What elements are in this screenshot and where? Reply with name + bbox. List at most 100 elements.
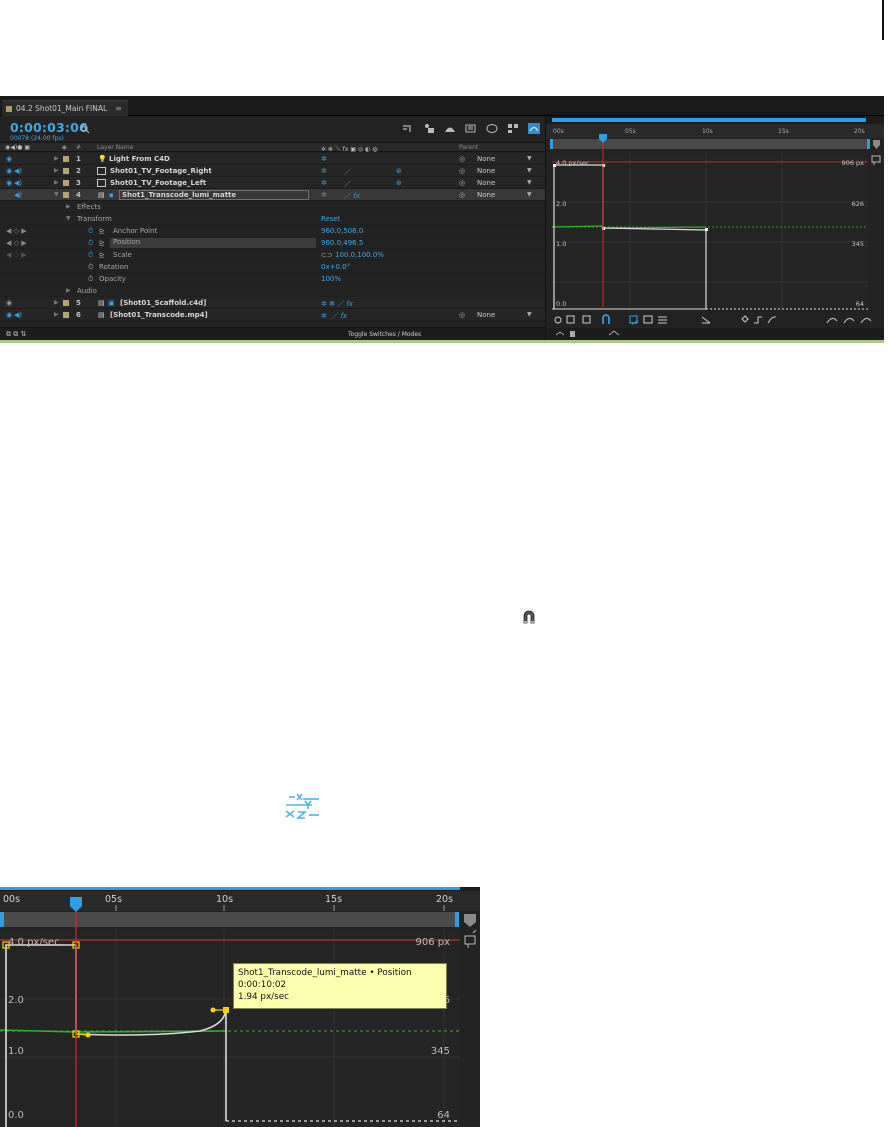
parent-select-value[interactable]: None — [477, 191, 495, 199]
graph-editor-small-canvas[interactable]: 00s 05s 10s 15s 20s 4.0 px/sec 2.0 1.0 0… — [546, 116, 884, 340]
audio-speaker-icon[interactable]: ◀) — [14, 191, 22, 199]
layer-row-selected[interactable]: ◀) ▼ 4 ▤ ▪ Shot1_Transcode_lumi_matte ✲ … — [0, 189, 545, 201]
frame-blending-icon[interactable] — [465, 123, 477, 134]
expand-triangle-icon[interactable]: ▶ — [54, 167, 59, 174]
shy-switch-icon[interactable]: ✲ — [321, 155, 327, 163]
shy-switch-icon[interactable]: ✲ ✻ ／ fx — [321, 299, 353, 309]
keyframe-navigator-icon[interactable]: ◀ ◇ ▶ — [6, 227, 27, 235]
parent-select-value[interactable]: None — [477, 179, 495, 187]
parent-select-value[interactable]: None — [477, 167, 495, 175]
visibility-eye-icon[interactable]: ◉ — [6, 299, 12, 307]
layer-row[interactable]: ◉ ◀) ▶ 2 Shot01_TV_Footage_Right ✲ ／ ⊛ ◎… — [0, 165, 545, 177]
layer-row[interactable]: ◉ ▶ 1 💡 Light From C4D ✲ ◎ None ▼ — [0, 153, 545, 165]
stopwatch-icon[interactable]: ⏱ — [88, 239, 93, 248]
stopwatch-icon[interactable]: ⏱ — [88, 227, 93, 236]
quality-switch-icon[interactable]: ／ — [344, 167, 351, 177]
stopwatch-icon[interactable]: ⏱ — [88, 263, 93, 272]
shy-switch-icon[interactable]: ✲ — [321, 191, 327, 199]
work-area-start-handle[interactable] — [0, 912, 4, 927]
3d-layer-switch-icon[interactable]: ⊛ — [396, 167, 402, 175]
keyframe-navigator-icon[interactable]: ◀ ◇ ▶ — [6, 251, 27, 259]
property-row[interactable]: ◀ ◇ ▶ ⏱ ⊵ Anchor Point 960.0,506.0 — [0, 225, 545, 237]
graph-visibility-icon[interactable]: ⊵ — [99, 251, 105, 259]
graph-visibility-icon[interactable]: ⊵ — [99, 227, 105, 235]
work-area-bar[interactable] — [552, 139, 868, 149]
3d-layer-switch-icon[interactable]: ⊛ — [396, 179, 402, 187]
pick-whip-icon[interactable]: ◎ — [459, 179, 465, 187]
shy-switch-icon[interactable]: ✲ ／ fx — [321, 311, 347, 321]
property-row[interactable]: ◀ ◇ ▶ ⏱ ⊵ Position 960.0,496.5 — [0, 237, 545, 249]
panel-menu-icon[interactable]: ≡ — [115, 101, 122, 116]
parent-select-value[interactable]: None — [477, 155, 495, 163]
parent-select-value[interactable]: None — [477, 311, 495, 319]
parent-dropdown-icon[interactable]: ▼ — [527, 191, 532, 198]
search-icon[interactable] — [80, 124, 90, 134]
pick-whip-icon[interactable]: ◎ — [459, 191, 465, 199]
property-value[interactable]: 960.0,506.0 — [321, 227, 363, 235]
layer-row[interactable]: ◉ ◀) ▶ 6 ▤ [Shot01_Transcode.mp4] ✲ ／ fx… — [0, 309, 545, 321]
stopwatch-icon[interactable]: ⏱ — [88, 275, 93, 284]
collapse-triangle-icon[interactable]: ▼ — [54, 191, 59, 198]
layer-row[interactable]: ◉ ◀) ▶ 3 Shot01_TV_Footage_Left ✲ ／ ⊛ ◎ … — [0, 177, 545, 189]
layer-name-column-header[interactable]: Layer Name — [97, 144, 133, 151]
pick-whip-icon[interactable]: ◎ — [459, 167, 465, 175]
pick-whip-icon[interactable]: ◎ — [459, 155, 465, 163]
graph-lock-icon[interactable] — [871, 155, 881, 165]
parent-dropdown-icon[interactable]: ▼ — [527, 311, 532, 318]
parent-dropdown-icon[interactable]: ▼ — [527, 155, 532, 162]
constrain-proportions-icon[interactable]: ⊂⊃ — [321, 251, 333, 259]
expand-triangle-icon[interactable]: ▶ — [66, 287, 71, 294]
property-value[interactable]: 100% — [321, 275, 341, 283]
brainstorm-icon[interactable] — [507, 123, 519, 134]
audio-group-row[interactable]: ▶ Audio — [0, 285, 545, 297]
pick-whip-icon[interactable]: ◎ — [459, 311, 465, 319]
graph-visibility-icon[interactable]: ⊵ — [99, 239, 105, 247]
layer-name-editing[interactable]: Shot1_Transcode_lumi_matte — [119, 190, 309, 200]
layer-name[interactable]: Shot01_TV_Footage_Left — [110, 179, 206, 187]
graph-editor-small[interactable]: 00s 05s 10s 15s 20s 4.0 px/sec 2.0 1.0 0… — [545, 116, 884, 340]
draft-3d-icon[interactable] — [423, 123, 435, 134]
layer-name[interactable]: Shot01_TV_Footage_Right — [110, 167, 212, 175]
expand-triangle-icon[interactable]: ▶ — [54, 311, 59, 318]
expand-triangle-icon[interactable]: ▶ — [54, 179, 59, 186]
bezier-handle[interactable] — [210, 1007, 216, 1013]
keyframe-navigator-icon[interactable]: ◀ ◇ ▶ — [6, 239, 27, 247]
keyframe-handle-selected[interactable] — [223, 1007, 229, 1013]
transform-reset-link[interactable]: Reset — [321, 215, 341, 223]
expand-triangle-icon[interactable]: ▶ — [54, 155, 59, 162]
work-area-end-handle[interactable] — [455, 912, 459, 927]
shy-layers-icon[interactable] — [444, 123, 456, 134]
layer-name[interactable]: [Shot01_Scaffold.c4d] — [120, 299, 206, 307]
label-color-swatch[interactable] — [63, 156, 69, 162]
property-value[interactable]: 960.0,496.5 — [321, 239, 363, 247]
transform-group-row[interactable]: ▼ Transform Reset — [0, 213, 545, 225]
visibility-eye-icon[interactable]: ◉ — [6, 167, 12, 175]
audio-speaker-icon[interactable]: ◀) — [14, 179, 22, 187]
shy-switch-icon[interactable]: ✲ — [321, 167, 327, 175]
parent-dropdown-icon[interactable]: ▼ — [527, 167, 532, 174]
expand-triangle-icon[interactable]: ▶ — [54, 299, 59, 306]
visibility-eye-icon[interactable]: ◉ — [6, 179, 12, 187]
label-color-swatch[interactable] — [63, 300, 69, 306]
layer-name[interactable]: [Shot01_Transcode.mp4] — [110, 311, 208, 319]
parent-dropdown-icon[interactable]: ▼ — [527, 179, 532, 186]
visibility-eye-icon[interactable]: ◉ — [6, 155, 12, 163]
collapse-triangle-icon[interactable]: ▼ — [66, 215, 71, 222]
bezier-handle[interactable] — [85, 1032, 91, 1038]
quality-switch-icon[interactable]: ／ — [344, 179, 351, 189]
label-color-swatch[interactable] — [63, 192, 69, 198]
expand-triangle-icon[interactable]: ▶ — [66, 203, 71, 210]
audio-speaker-icon[interactable]: ◀) — [14, 311, 22, 319]
label-color-swatch[interactable] — [63, 180, 69, 186]
current-time-display[interactable]: 0:00:03:06 — [10, 120, 88, 135]
audio-speaker-icon[interactable]: ◀) — [14, 167, 22, 175]
toggle-switches-modes-button[interactable]: Toggle Switches / Modes — [348, 331, 421, 338]
work-area-bar[interactable] — [4, 912, 457, 927]
graph-editor-toggle-icon[interactable] — [528, 123, 540, 134]
zoom-slider-thumb[interactable] — [570, 331, 575, 337]
graph-lock-icon[interactable] — [464, 929, 477, 948]
property-row[interactable]: ⏱ Opacity 100% — [0, 273, 545, 285]
graph-editor-zoomed[interactable]: 00s 05s 10s 15s 20s 4.0 px/sec 2.0 1.0 0… — [0, 887, 480, 1127]
property-row[interactable]: ◀ ◇ ▶ ⏱ ⊵ Scale ⊂⊃ 100.0,100.0% — [0, 249, 545, 261]
work-area-end-handle[interactable] — [867, 139, 870, 149]
